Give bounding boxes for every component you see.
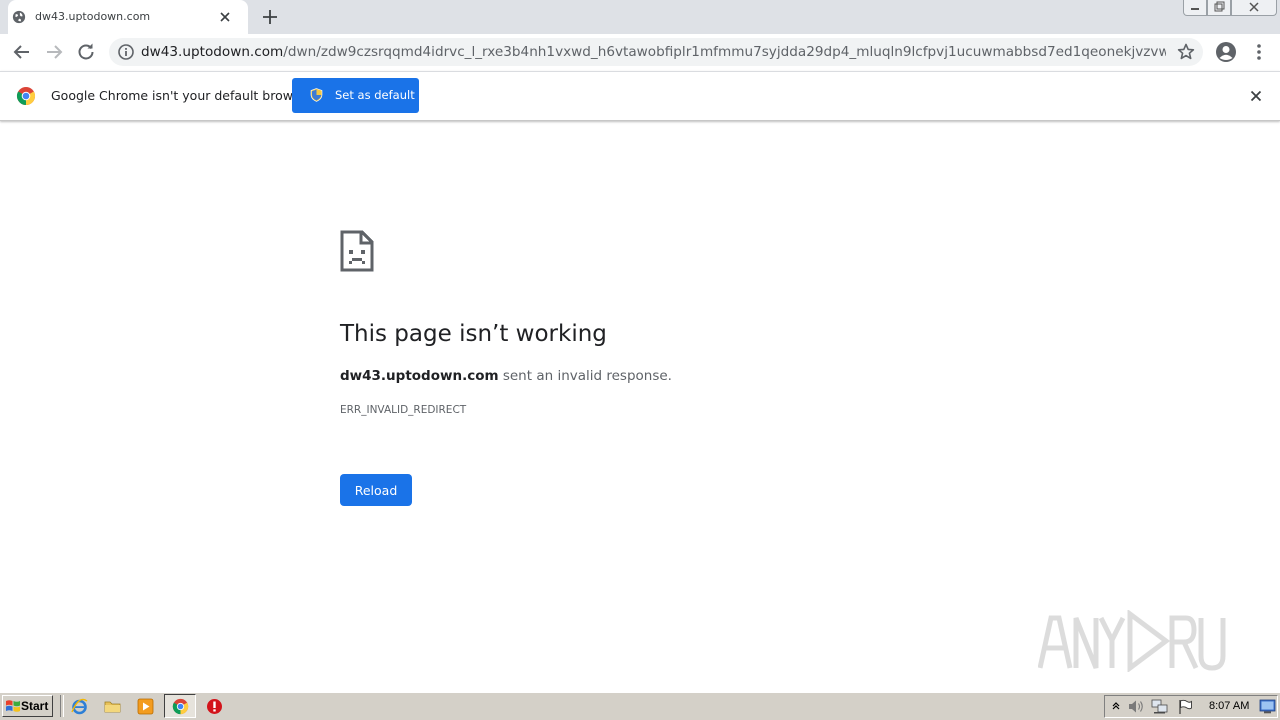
error-detail: dw43.uptodown.com sent an invalid respon…	[340, 368, 672, 384]
window-restore-button[interactable]	[1207, 0, 1231, 16]
chevron-up-icon[interactable]	[1110, 700, 1122, 712]
error-host: dw43.uptodown.com	[340, 368, 499, 384]
show-desktop-icon[interactable]	[1259, 699, 1276, 714]
taskbar-separator	[60, 695, 64, 717]
star-icon[interactable]	[1176, 42, 1196, 62]
network-icon[interactable]	[1151, 699, 1169, 715]
reload-button[interactable]: Reload	[340, 474, 412, 506]
account-icon[interactable]	[1215, 41, 1237, 63]
start-label: Start	[21, 699, 49, 713]
window-close-button[interactable]	[1231, 0, 1277, 16]
action-center-flag-icon[interactable]	[1177, 699, 1193, 715]
reload-icon[interactable]	[76, 42, 96, 62]
error-code: ERR_INVALID_REDIRECT	[340, 404, 467, 416]
close-icon[interactable]	[216, 8, 234, 26]
shield-icon	[310, 88, 323, 102]
plus-icon[interactable]	[260, 7, 280, 27]
info-icon[interactable]	[117, 43, 135, 61]
chrome-logo-icon	[16, 87, 36, 105]
sad-page-icon	[340, 230, 374, 272]
window-minimize-button[interactable]	[1183, 0, 1207, 16]
clock: 8:07 AM	[1209, 700, 1250, 712]
globe-icon	[12, 10, 26, 24]
folder-icon[interactable]	[104, 698, 121, 715]
opera-icon[interactable]	[206, 698, 223, 715]
windows-flag-icon	[6, 700, 20, 712]
forward-arrow-icon[interactable]	[44, 42, 64, 62]
kebab-menu-icon[interactable]	[1249, 42, 1269, 62]
error-detail-text: sent an invalid response.	[498, 368, 672, 384]
watermark-logo	[1038, 610, 1226, 672]
set-as-default-label: Set as default	[335, 88, 415, 102]
infobar-message: Google Chrome isn't your default browser	[51, 88, 313, 103]
speaker-icon[interactable]	[1128, 699, 1145, 714]
url-text[interactable]: dw43.uptodown.com/dwn/zdw9czsrqqmd4idrvc…	[141, 44, 1166, 60]
back-arrow-icon[interactable]	[12, 42, 32, 62]
tab-title: dw43.uptodown.com	[35, 10, 151, 23]
error-title: This page isn’t working	[340, 321, 607, 347]
ie-icon[interactable]	[71, 698, 88, 715]
url-host: dw43.uptodown.com	[141, 44, 284, 60]
close-icon[interactable]	[1248, 88, 1264, 104]
media-player-icon[interactable]	[137, 698, 154, 715]
url-path: /dwn/zdw9czsrqqmd4idrvc_l_rxe3b4nh1vxwd_…	[283, 44, 1166, 60]
chrome-logo-icon	[172, 698, 189, 715]
